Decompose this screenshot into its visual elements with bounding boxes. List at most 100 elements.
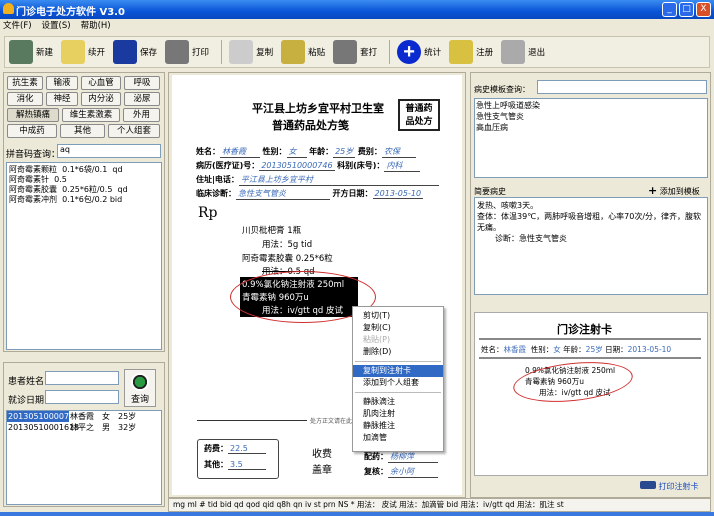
toolbar-separator: [389, 40, 391, 64]
patient-name-input[interactable]: [45, 371, 119, 385]
minimize-button[interactable]: _: [662, 2, 677, 17]
toolbar-label: 打印: [192, 48, 210, 58]
toolbar: 新建 续开 保存 打印 复制 粘贴 套打 + 统计 注册 退出: [4, 36, 710, 68]
shortcut-bar[interactable]: mg ml # tid bid qd qod qid q8h qn iv st …: [168, 498, 711, 512]
menu-file[interactable]: 文件(F): [3, 19, 32, 33]
menu-item-copy[interactable]: 复制(C): [353, 322, 443, 334]
close-button[interactable]: X: [696, 2, 711, 17]
rx-line[interactable]: 阿奇霉素胶囊 0.25*6粒: [242, 252, 333, 264]
pinyin-input[interactable]: aq: [57, 144, 161, 158]
toolbar-button[interactable]: 退出: [501, 40, 545, 64]
prescription-date[interactable]: 2013-05-10: [372, 189, 424, 199]
history-search-label: 病史模板查询：: [474, 85, 530, 94]
card-age: 25岁: [585, 345, 603, 354]
template-item[interactable]: 急性上呼吸道感染: [476, 100, 706, 111]
menu-help[interactable]: 帮助(H): [81, 19, 111, 33]
toolbar-label: 退出: [528, 48, 546, 58]
hand-pointer-icon: [640, 481, 656, 489]
drug-list: 阿奇霉素颗粒 0.1*6袋/0.1 qd 阿奇霉素针 0.5 阿奇霉素胶囊 0.25…: [6, 162, 162, 350]
toolbar-label: 保存: [140, 48, 158, 58]
toolbar-button[interactable]: 注册: [449, 40, 493, 64]
toolbar-button[interactable]: 新建: [9, 40, 53, 64]
toolbar-button[interactable]: 套打: [333, 40, 377, 64]
history-search-input[interactable]: [537, 80, 707, 94]
toolbar-button[interactable]: 续开: [61, 40, 105, 64]
patient-row[interactable]: 20130510000746 林香霞女 25岁: [7, 411, 161, 422]
visit-date-label: 就诊日期: [8, 396, 45, 406]
menu-item-delete[interactable]: 删除(D): [353, 346, 443, 358]
category-tab[interactable]: 心血管: [81, 76, 121, 90]
category-tab[interactable]: 输液: [46, 76, 78, 90]
patient-row[interactable]: 20130510001613 林平之男 32岁: [7, 422, 161, 433]
toolbar-button[interactable]: 打印: [165, 40, 209, 64]
other-fee[interactable]: 3.5: [228, 460, 266, 470]
add-to-template-button[interactable]: + 添加到模板: [648, 184, 700, 197]
menu-item-iv-drip[interactable]: 静脉滴注: [353, 396, 443, 408]
category-tab[interactable]: 维生素激素: [62, 108, 120, 122]
rx-line[interactable]: 用法：5g tid: [262, 238, 312, 250]
maximize-button[interactable]: □: [679, 2, 694, 17]
patient-list: 20130510000746 林香霞女 25岁 20130510001613 林平之男 3…: [6, 410, 162, 505]
diagnosis[interactable]: 急性支气管炎: [236, 188, 330, 200]
drug-fee[interactable]: 22.5: [228, 444, 266, 454]
address-label: 住址|电话：: [196, 175, 239, 184]
visit-date-input[interactable]: [45, 390, 119, 404]
card-age-label: 年龄：: [563, 345, 586, 354]
print-injection-card-button[interactable]: 打印注射卡: [640, 481, 699, 492]
fee-type[interactable]: 农保: [381, 146, 416, 158]
drug-list-item[interactable]: 阿奇霉素冲剂 0.1*6包/0.2 bid: [9, 195, 159, 205]
menu-item-cut[interactable]: 剪切(T): [353, 310, 443, 322]
department[interactable]: 内科: [384, 160, 421, 172]
category-tab[interactable]: 个人组套: [108, 124, 160, 138]
divider: [197, 420, 307, 421]
drug-list-item[interactable]: 阿奇霉素颗粒 0.1*6袋/0.1 qd: [9, 165, 159, 175]
toolbar-button[interactable]: 粘贴: [281, 40, 325, 64]
checker[interactable]: 余小阿: [388, 466, 438, 478]
history-line: 查体：体温39℃，两肺呼吸音增粗，心率70次/分，律齐，腹软无痛。: [477, 212, 702, 232]
toolbar-button[interactable]: + 统计: [397, 40, 441, 64]
category-tab[interactable]: 呼吸: [124, 76, 160, 90]
rx-line[interactable]: 川贝枇杷膏 1瓶: [242, 224, 301, 236]
menu-item-paste[interactable]: 粘贴(P): [353, 334, 443, 346]
record-number[interactable]: 20130510000746: [259, 161, 335, 171]
template-item[interactable]: 急性支气管炎: [476, 111, 706, 122]
drug-list-item[interactable]: 阿奇霉素针 0.5: [9, 175, 159, 185]
category-tab[interactable]: 中成药: [7, 124, 57, 138]
patient-name[interactable]: 林香霞: [220, 146, 260, 158]
toolbar-button[interactable]: 复制: [229, 40, 273, 64]
menu-item-iv-push[interactable]: 静脉推注: [353, 420, 443, 432]
dispenser[interactable]: 杨柳萍: [388, 451, 438, 463]
category-tab[interactable]: 神经: [46, 92, 78, 106]
category-tab[interactable]: 消化: [7, 92, 43, 106]
menu-settings[interactable]: 设置(S): [42, 19, 71, 33]
copy-icon: [229, 40, 254, 64]
category-tab[interactable]: 其他: [60, 124, 105, 138]
category-tab[interactable]: 内分泌: [81, 92, 121, 106]
card-date-label: 日期：: [605, 345, 628, 354]
template-item[interactable]: 高血压病: [476, 122, 706, 133]
category-tab[interactable]: 外用: [123, 108, 160, 122]
save-icon: [113, 40, 138, 64]
menu-item-im[interactable]: 肌肉注射: [353, 408, 443, 420]
drug-list-item[interactable]: 阿奇霉素胶囊 0.25*6粒/0.5 qd: [9, 185, 159, 195]
patient-info-row3: 住址|电话： 平江县上坊乡宜平村: [196, 174, 439, 186]
brief-history-text[interactable]: 发热、咳嗽3天。 查体：体温39℃，两肺呼吸音增粗，心率70次/分，律齐，腹软无…: [474, 197, 708, 295]
patient-sex[interactable]: 女: [286, 146, 307, 158]
category-tab[interactable]: 抗生素: [7, 76, 43, 90]
menu-item-copy-to-injection-card[interactable]: 复制到注射卡: [353, 365, 443, 377]
patient-age[interactable]: 25岁: [333, 146, 356, 158]
check-label: 复核：: [364, 467, 388, 476]
history-line: 诊断：急性支气管炎: [495, 234, 567, 243]
patient-cell: 20130510000746: [7, 411, 80, 422]
toolbar-button[interactable]: 保存: [113, 40, 157, 64]
address[interactable]: 平江县上坊乡宜平村: [238, 174, 439, 186]
query-button[interactable]: 查询: [124, 369, 156, 407]
menu-item-add-drip[interactable]: 加滴管: [353, 432, 443, 444]
category-tab[interactable]: 解热镇痛: [7, 108, 59, 122]
menu-item-add-to-group[interactable]: 添加到个人组套: [353, 377, 443, 389]
injection-card: 门诊注射卡 姓名：林香霞 性别：女 年龄：25岁 日期：2013-05-10 0…: [474, 312, 708, 476]
bottom-border: [0, 512, 714, 516]
seal-label: 盖章: [312, 465, 332, 476]
category-tab[interactable]: 泌尿: [124, 92, 160, 106]
record-label: 病历(医疗证)号：: [196, 161, 260, 170]
